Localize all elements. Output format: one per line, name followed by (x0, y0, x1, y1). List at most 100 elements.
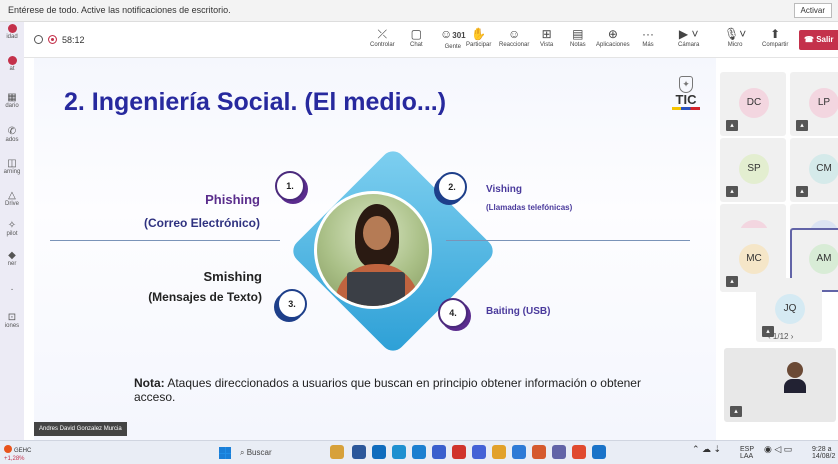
rail-item-copilot[interactable]: ✧ pilot (1, 220, 23, 238)
participant-tile[interactable]: DC ▴ (720, 72, 786, 136)
number-2-badge: 2. (437, 172, 467, 202)
learning-icon: ◫ (7, 158, 17, 169)
chat-icon: ▢ (410, 27, 423, 41)
calls-icon: ✆ (7, 126, 17, 137)
taskbar-search[interactable]: ⌕ Buscar (236, 445, 316, 461)
slide-note: Nota: Ataques direccionados a usuarios q… (134, 376, 641, 404)
rail-item-apps[interactable]: ⊡ iones (1, 312, 23, 330)
meeting-timer: 58:12 (34, 35, 85, 45)
woman-laptop-photo (314, 191, 432, 309)
notes-button[interactable]: ▤ Notas (570, 26, 586, 54)
flag-bar (672, 107, 700, 110)
app-icon-chrome[interactable] (492, 445, 506, 459)
app-icon-office[interactable] (452, 445, 466, 459)
tray-icons[interactable]: ⌃ ☁ ⇣ (692, 445, 721, 454)
chat-button[interactable]: ▢ Chat (410, 26, 423, 54)
participant-tile[interactable] (720, 228, 786, 292)
network-volume-battery-icons[interactable]: ◉ ◁ ▭ (764, 445, 792, 454)
avatar: JC (809, 220, 838, 250)
app-icon-app[interactable] (432, 445, 446, 459)
app-icon-chrome2[interactable] (572, 445, 586, 459)
activate-notifications-button[interactable]: Activar (793, 3, 832, 18)
share-button[interactable]: ⬆ Compartir (762, 26, 788, 54)
phishing-label: Phishing (205, 192, 260, 207)
presenter-name: Andres David Gonzalez Murcia (34, 422, 127, 436)
divider-right (446, 240, 690, 241)
participant-tile[interactable]: CM ▴ (790, 138, 838, 202)
vishing-sub: (Llamadas telefónicas) (486, 203, 573, 212)
language-indicator[interactable]: ESP LAA (740, 446, 754, 460)
divider-left (50, 240, 280, 241)
smiley-icon: ☺ (508, 27, 521, 41)
rail-item-drive[interactable]: △ Drive (1, 190, 23, 208)
phishing-sub: (Correo Electrónico) (143, 216, 260, 230)
mic-off-icon: ▴ (796, 252, 808, 263)
rail-item-more[interactable]: · (1, 284, 23, 295)
mic-off-icon: ▴ (796, 120, 808, 131)
rail-item-chat[interactable]: at (1, 56, 23, 73)
number-3-badge: 3. (277, 289, 307, 319)
mic-off-icon: 🎙˅ (724, 27, 747, 41)
clock[interactable]: 9:28 a 14/08/2 (812, 446, 835, 460)
app-icon-app3[interactable] (532, 445, 546, 459)
react-button[interactable]: ☺ Reaccionar (499, 26, 529, 54)
participant-tile[interactable]: JC ▴ (790, 204, 838, 268)
slide-title: 2. Ingeniería Social. (El medio...) (64, 88, 447, 116)
rail-item-planner[interactable]: ◆ ner (1, 250, 23, 268)
app-icon-edge[interactable] (372, 445, 386, 459)
notification-badge-icon (7, 24, 17, 33)
more-button[interactable]: ··· Más (642, 26, 654, 54)
phone-icon: ☎ (804, 35, 817, 44)
notification-text: Entérese de todo. Active las notificacio… (8, 5, 231, 15)
camera-button[interactable]: ▶ ˅ Cámara (678, 26, 699, 54)
vishing-label: Vishing (486, 184, 522, 195)
rail-item-calendar[interactable]: ▦ dario (1, 92, 23, 110)
mic-off-icon: ▴ (726, 186, 738, 197)
mic-button[interactable]: 🎙˅ Micro (724, 26, 746, 54)
raise-hand-button[interactable]: ✋ Participar (466, 26, 491, 54)
baiting-label: Baiting (USB) (486, 306, 551, 317)
planner-icon: ◆ (8, 250, 16, 261)
recording-icon (48, 35, 57, 44)
control-icon: ⤫ (377, 27, 388, 41)
grid-icon: ⊞ (541, 27, 552, 41)
app-icon-outlook[interactable] (412, 445, 426, 459)
participant-tile[interactable]: SP ▴ (720, 138, 786, 202)
apps-button[interactable]: ⊕ Aplicaciones (596, 26, 630, 54)
leave-button[interactable]: ☎ Salir (799, 30, 838, 50)
tic-logo: ✦ TIC (672, 76, 700, 110)
windows-start-icon[interactable] (219, 447, 231, 459)
rail-item-learning[interactable]: ◫ arning (1, 158, 23, 176)
app-icon-browser[interactable] (392, 445, 406, 459)
stock-icon (4, 445, 12, 453)
mic-off-icon: ▴ (726, 120, 738, 131)
more-icon: · (10, 284, 14, 295)
app-icon-files[interactable] (352, 445, 366, 459)
app-icon-teams[interactable] (552, 445, 566, 459)
search-icon: ⌕ (240, 448, 247, 457)
calendar-icon: ▦ (7, 92, 17, 103)
notification-bar: Entérese de todo. Active las notificacio… (0, 0, 838, 22)
rail-item-activity[interactable]: idad (1, 24, 23, 41)
shield-icon: ✦ (679, 76, 693, 93)
number-4-badge: 4. (438, 298, 468, 328)
control-button[interactable]: ⤫ Controlar (370, 26, 395, 54)
participant-tile[interactable]: LP ▴ (790, 72, 838, 136)
app-icon-widgets[interactable] (330, 445, 344, 459)
people-button[interactable]: ☺301 Gente (440, 26, 466, 54)
drive-icon: △ (8, 190, 16, 201)
participant-gallery: DC▴ LP▴ SP▴ CM▴ GA▴ JC▴ (716, 58, 838, 440)
avatar: LP (809, 88, 838, 118)
shared-slide: 2. Ingeniería Social. (El medio...) ✦ TI… (34, 58, 716, 440)
app-icon-word[interactable] (472, 445, 486, 459)
number-1-badge: 1. (275, 171, 305, 201)
shield-status-icon (34, 35, 43, 44)
app-icon-app2[interactable] (512, 445, 526, 459)
rail-item-calls[interactable]: ✆ ados (1, 126, 23, 144)
view-button[interactable]: ⊞ Vista (540, 26, 553, 54)
mic-off-icon: ▴ (796, 186, 808, 197)
app-icon-app4[interactable] (592, 445, 606, 459)
notes-icon: ▤ (572, 27, 584, 41)
hand-icon: ✋ (471, 27, 487, 41)
stock-widget[interactable]: GEHC +1,28% (4, 445, 31, 463)
